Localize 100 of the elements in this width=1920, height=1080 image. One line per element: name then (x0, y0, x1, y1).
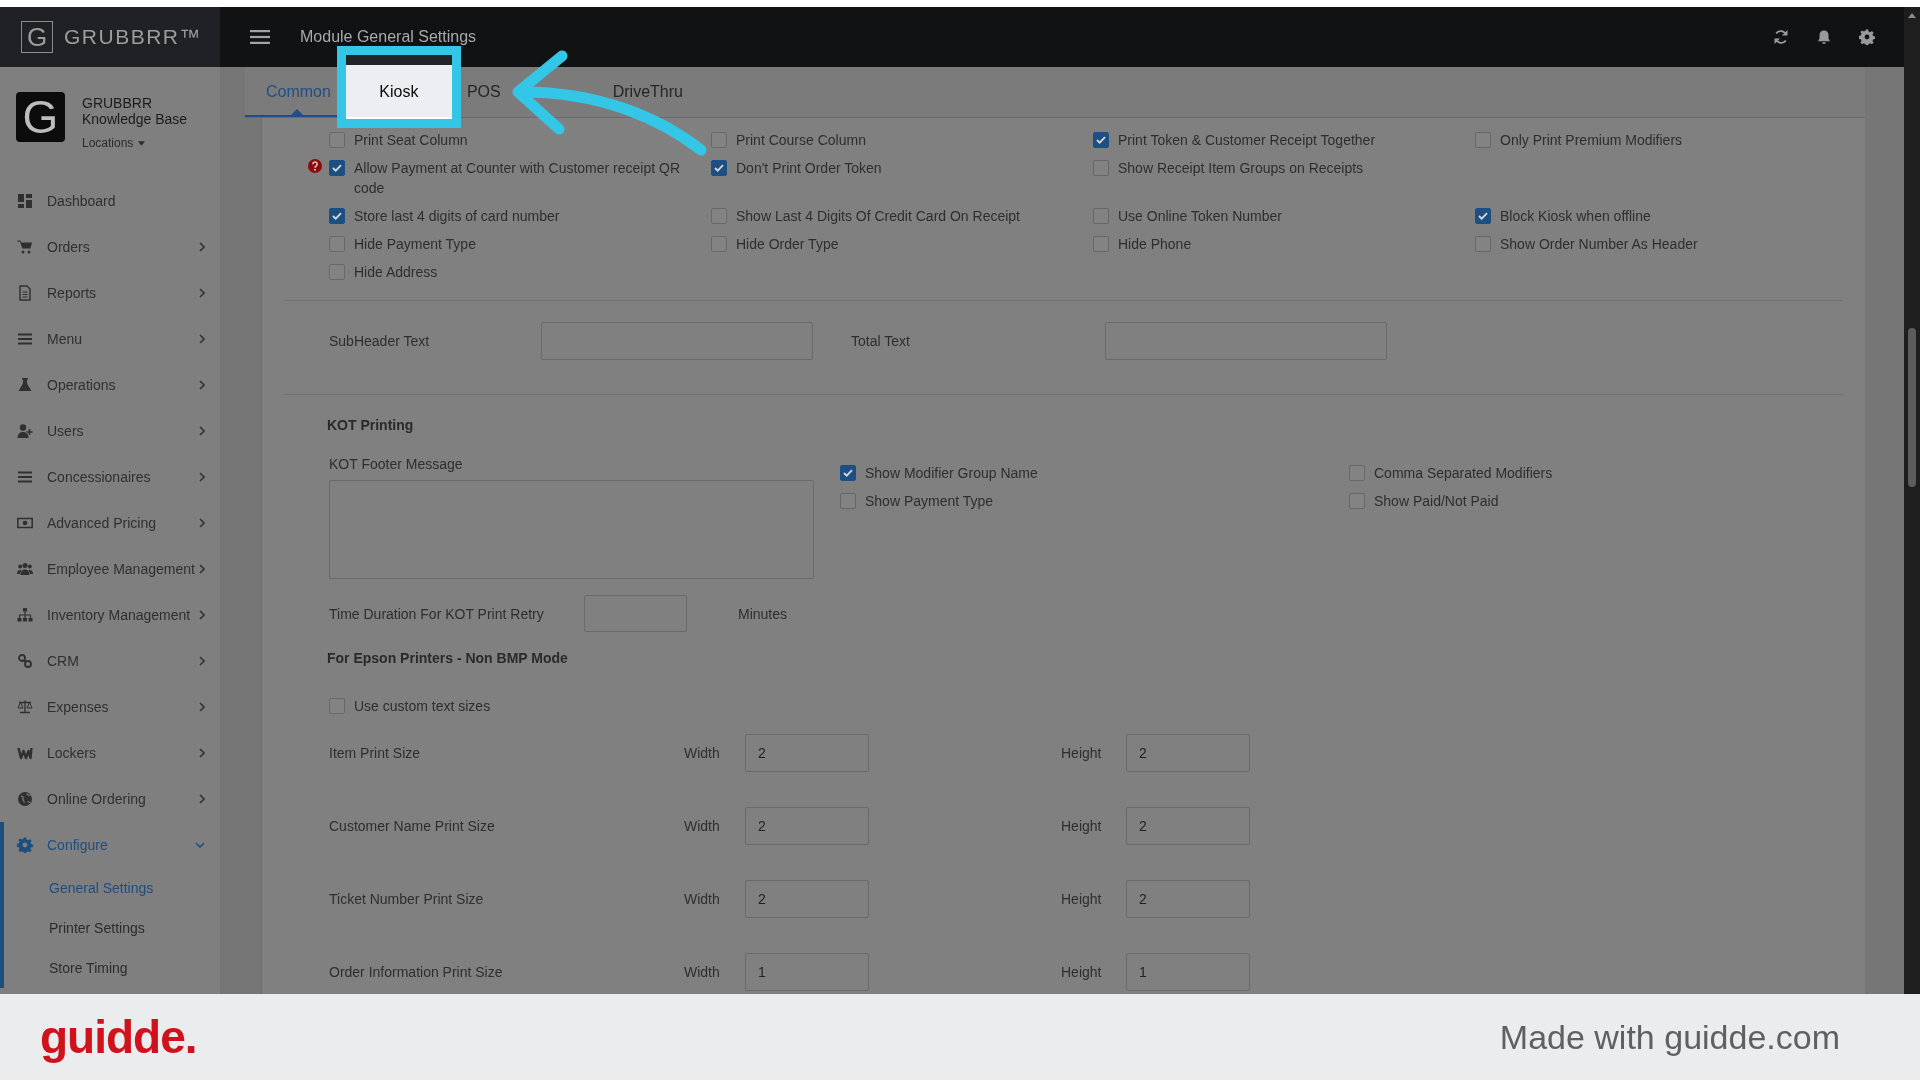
checkbox[interactable] (711, 236, 727, 252)
height-field[interactable]: 2 (1126, 734, 1250, 772)
field-label: Time Duration For KOT Print Retry (329, 605, 545, 622)
checkbox[interactable] (329, 236, 345, 252)
option-label: Print Seat Column (354, 131, 468, 150)
checkbox[interactable] (329, 698, 345, 714)
width-label: Width (684, 818, 721, 834)
option-label: Don't Print Order Token (736, 159, 882, 178)
sidebar-item[interactable]: Operations (0, 362, 220, 408)
footer-credit: Made with guidde.com (1499, 1020, 1840, 1054)
users-icon (17, 561, 33, 577)
checkbox[interactable] (329, 160, 345, 176)
sidebar-item[interactable]: Orders (0, 224, 220, 270)
sidebar-item[interactable]: Expenses (0, 684, 220, 730)
height-label: Height (1061, 891, 1103, 907)
menu-icon[interactable] (250, 30, 270, 44)
list-icon (17, 331, 33, 347)
width-label: Width (684, 964, 721, 980)
option-label: Hide Order Type (736, 235, 839, 254)
section-title: For Epson Printers - Non BMP Mode (327, 650, 568, 667)
sidebar-item[interactable]: Advanced Pricing (0, 500, 220, 546)
width-field[interactable]: 1 (745, 953, 869, 991)
unit-label: Minutes (738, 605, 788, 622)
checkbox[interactable] (1475, 208, 1491, 224)
sidebar-item[interactable]: Inventory Management (0, 592, 220, 638)
option-label: Store last 4 digits of card number (354, 207, 560, 226)
sidebar-item[interactable]: Users (0, 408, 220, 454)
brand-name: GRUBBRR™ (64, 25, 202, 49)
settings-icon[interactable] (1859, 29, 1875, 45)
sidebar-item[interactable]: Employee Management (0, 546, 220, 592)
checkbox[interactable] (711, 208, 727, 224)
flask-icon (17, 377, 33, 393)
account-name: GRUBBRR (82, 95, 152, 111)
sidebar-item[interactable]: CRM (0, 638, 220, 684)
scrollbar-thumb[interactable] (1908, 328, 1916, 487)
checkbox[interactable] (1475, 132, 1491, 148)
height-field[interactable]: 1 (1126, 953, 1250, 991)
dashboard-icon (17, 193, 33, 209)
locations-dropdown[interactable]: Locations (82, 135, 146, 151)
refresh-icon[interactable] (1773, 29, 1789, 45)
sitemap-icon (17, 607, 33, 623)
checkmark-icon (1478, 212, 1488, 220)
option-label: Hide Payment Type (354, 235, 476, 254)
sidebar-item[interactable]: Lockers (0, 730, 220, 776)
zigzag-icon (17, 745, 33, 761)
caret-down-icon (138, 140, 146, 146)
width-field[interactable]: 2 (745, 807, 869, 845)
help-icon[interactable] (308, 159, 322, 173)
width-field[interactable]: 2 (745, 880, 869, 918)
field-label: Item Print Size (329, 745, 422, 761)
checkbox[interactable] (1093, 160, 1109, 176)
checkmark-icon (1096, 136, 1106, 144)
scrollbar[interactable] (1904, 7, 1920, 994)
checkbox[interactable] (1349, 493, 1365, 509)
checkbox[interactable] (711, 132, 727, 148)
section-title: KOT Printing (327, 417, 414, 434)
width-field[interactable]: 2 (745, 734, 869, 772)
field-label: Ticket Number Print Size (329, 891, 485, 907)
sidebar-item[interactable]: Concessionaires (0, 454, 220, 500)
checkbox[interactable] (329, 264, 345, 280)
sidebar-item[interactable]: Dashboard (0, 178, 220, 224)
checkbox[interactable] (711, 160, 727, 176)
tab[interactable]: DriveThru (606, 67, 689, 117)
checkbox[interactable] (329, 208, 345, 224)
width-label: Width (684, 745, 721, 761)
tab[interactable]: Common (245, 67, 337, 117)
option-label: Block Kiosk when offline (1500, 207, 1651, 226)
checkbox[interactable] (840, 493, 856, 509)
logo-mark: G (21, 21, 53, 53)
checkbox[interactable] (329, 132, 345, 148)
checkbox[interactable] (1093, 236, 1109, 252)
checkbox[interactable] (1349, 465, 1365, 481)
tab[interactable]: POS (460, 67, 507, 117)
link-icon (17, 653, 33, 669)
option-label: Show Payment Type (865, 492, 994, 511)
banknote-icon (17, 515, 33, 531)
field-label: SubHeader Text (329, 333, 431, 349)
option-label: Only Print Premium Modifiers (1500, 131, 1683, 150)
list-icon (17, 469, 33, 485)
height-field[interactable]: 2 (1126, 807, 1250, 845)
document-icon (17, 285, 33, 301)
option-label: Allow Payment at Counter with Customer receipt QR code (354, 159, 681, 198)
option-label: Hide Address (354, 263, 438, 282)
bell-icon[interactable] (1816, 29, 1832, 45)
scroll-up-icon[interactable] (1908, 13, 1916, 18)
field-label: KOT Footer Message (329, 456, 464, 473)
sidebar-item[interactable]: Online Ordering (0, 776, 220, 822)
option-label: Show Order Number As Header (1500, 235, 1698, 254)
checkbox[interactable] (1093, 208, 1109, 224)
sidebar-item[interactable]: Reports (0, 270, 220, 316)
checkbox[interactable] (1475, 236, 1491, 252)
checkmark-icon (332, 164, 342, 172)
sidebar-item[interactable]: Menu (0, 316, 220, 362)
height-field[interactable]: 2 (1126, 880, 1250, 918)
field-label: Customer Name Print Size (329, 818, 496, 834)
checkbox[interactable] (840, 465, 856, 481)
option-label: Show Modifier Group Name (865, 464, 1038, 483)
option-label: Use Online Token Number (1118, 207, 1282, 226)
checkmark-icon (332, 212, 342, 220)
checkbox[interactable] (1093, 132, 1109, 148)
